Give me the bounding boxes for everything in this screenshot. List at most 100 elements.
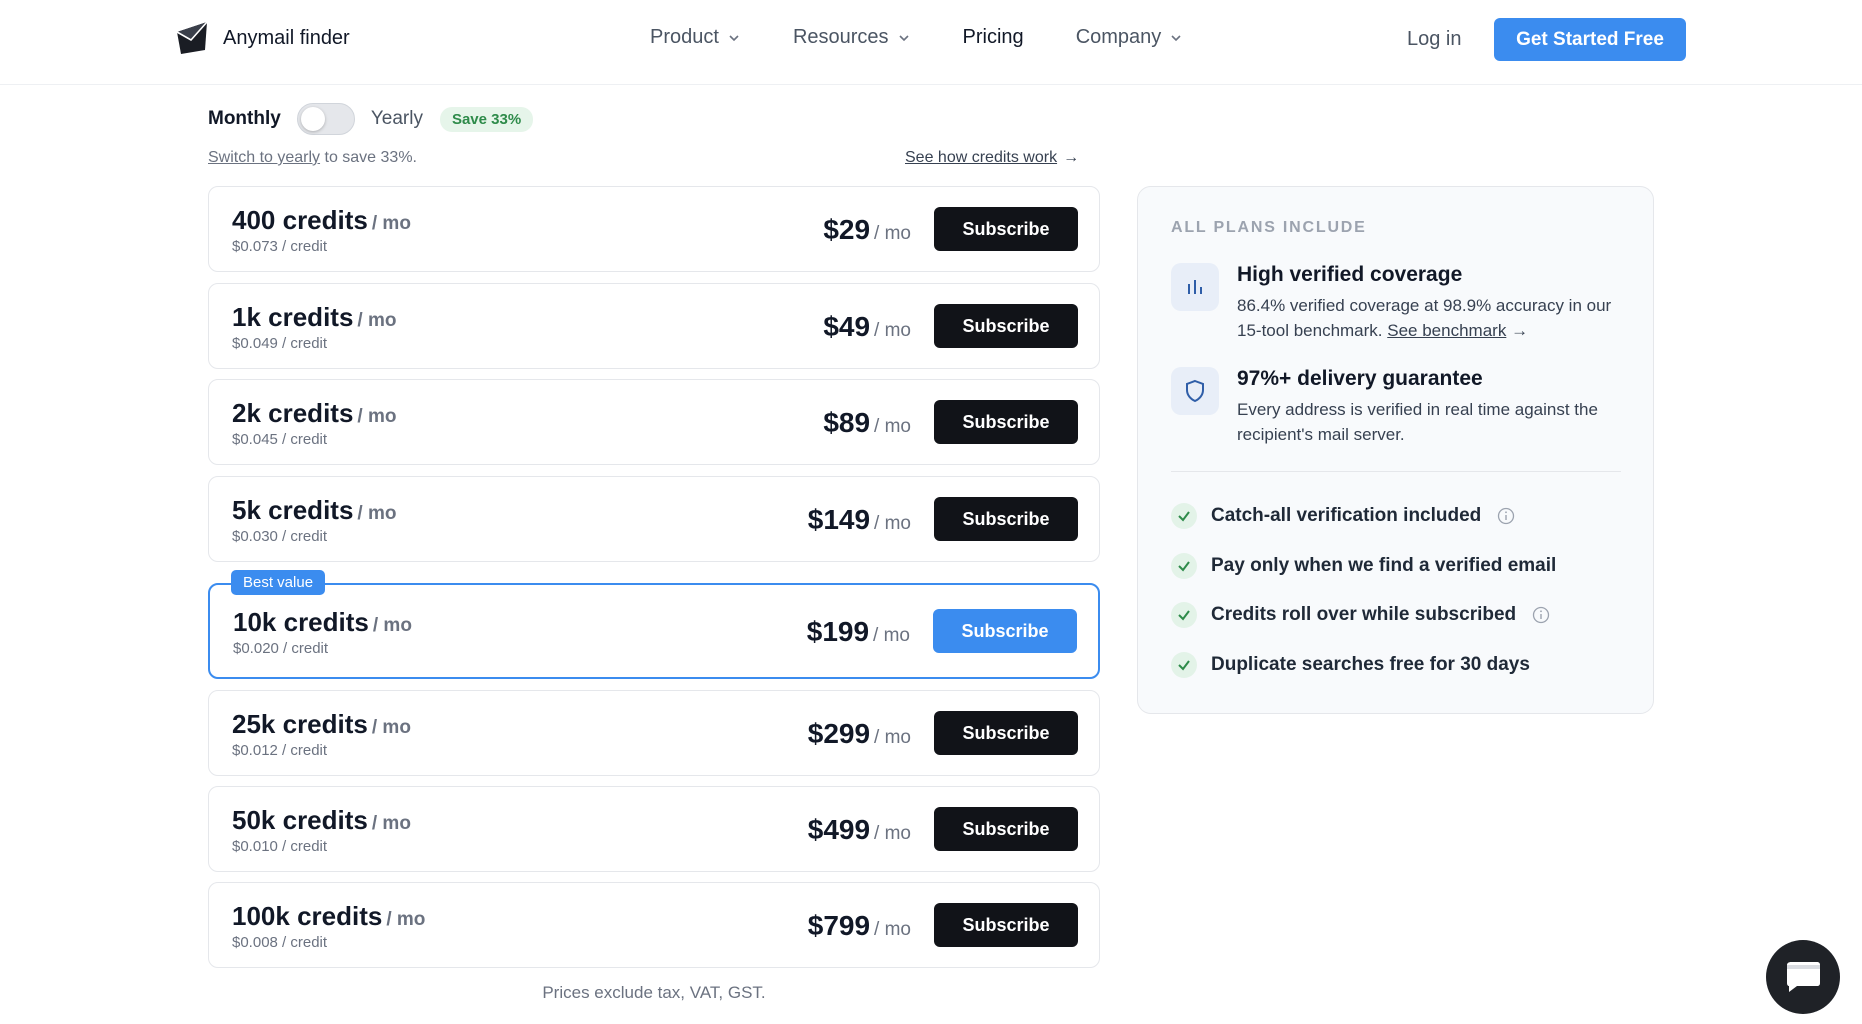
- get-started-button[interactable]: Get Started Free: [1494, 18, 1686, 61]
- see-how-credits-work-link[interactable]: See how credits work →: [905, 149, 1079, 167]
- plan-credits: 1k credits / mo: [232, 302, 396, 333]
- subscribe-button[interactable]: Subscribe: [933, 609, 1077, 653]
- billing-toggle-row: Monthly Yearly Save 33%: [208, 103, 534, 135]
- feature-description: Every address is verified in real time a…: [1237, 400, 1598, 444]
- plan-credits: 5k credits / mo: [232, 495, 396, 526]
- plan-price: $199/ mo: [807, 616, 910, 648]
- nav-resources[interactable]: Resources: [793, 26, 911, 49]
- plan-credits-period: / mo: [372, 615, 412, 636]
- arrow-right-icon: →: [1511, 321, 1529, 340]
- plan-price: $29/ mo: [823, 214, 911, 246]
- plan-credits-label: 1k credits: [232, 302, 354, 332]
- feature-description: 86.4% verified coverage at 98.9% accurac…: [1237, 293, 1637, 343]
- plan-price-value: $29: [823, 214, 871, 245]
- envelope-logo-icon: [176, 21, 208, 54]
- plan-card: 1k credits / mo $0.049 / credit $49 / mo S…: [208, 283, 1100, 369]
- subscribe-button[interactable]: Subscribe: [934, 400, 1078, 444]
- plan-price-value: $89: [823, 407, 871, 438]
- plan-card: 2k credits / mo $0.045 / credit $89/ mo S…: [208, 379, 1100, 465]
- subscribe-button[interactable]: Subscribe: [934, 807, 1078, 851]
- chevron-down-icon: [1171, 34, 1181, 41]
- chat-widget-button[interactable]: [1766, 940, 1840, 1014]
- check-icon: [1171, 503, 1197, 529]
- see-benchmark-link[interactable]: See benchmark: [1387, 321, 1506, 340]
- nav-company[interactable]: Company: [1076, 26, 1184, 49]
- nav-pricing-label: Pricing: [962, 26, 1024, 48]
- plan-price-value: $149: [807, 504, 871, 535]
- plan-price-period: / mo: [873, 625, 910, 646]
- subscribe-button[interactable]: Subscribe: [934, 207, 1078, 251]
- nav-pricing[interactable]: Pricing: [963, 26, 1024, 49]
- info-icon[interactable]: [1497, 507, 1515, 525]
- best-value-badge: Best value: [231, 570, 326, 595]
- credits-link-label: See how credits work: [905, 149, 1058, 166]
- plan-card: 400 credits / mo $0.073 / credit $29/ mo …: [208, 186, 1100, 272]
- plan-price: $149/ mo: [808, 504, 911, 536]
- plan-credits: 100k credits / mo: [232, 901, 425, 932]
- all-plans-include-panel: ALL PLANS INCLUDE High verified coverage…: [1137, 186, 1654, 714]
- plan-credits: 400 credits / mo: [232, 205, 411, 236]
- plan-unit-price: $0.045 / credit: [232, 431, 328, 448]
- arrow-right-icon: →: [1063, 149, 1080, 166]
- check-label: Pay only when we find a verified email: [1211, 555, 1557, 576]
- subscribe-button[interactable]: Subscribe: [934, 497, 1078, 541]
- plan-credits: 10k credits / mo: [233, 607, 412, 638]
- plan-price: $799/ mo: [808, 910, 911, 942]
- yearly-label[interactable]: Yearly: [371, 108, 423, 130]
- top-navbar: Anymail finder Product Resources Pricing…: [0, 0, 1862, 85]
- plan-credits-label: 5k credits: [232, 495, 354, 525]
- chevron-down-icon: [729, 34, 739, 41]
- check-item: Credits roll over while subscribed: [1171, 602, 1550, 628]
- plan-price-value: $49: [823, 311, 871, 342]
- monthly-label[interactable]: Monthly: [208, 108, 281, 130]
- plan-card: 5k credits / mo $0.030 / credit $149/ mo …: [208, 476, 1100, 562]
- switch-to-yearly-link[interactable]: Switch to yearly: [208, 149, 320, 166]
- feature-delivery: 97%+ delivery guarantee Every address is…: [1171, 367, 1631, 447]
- plan-unit-price: $0.012 / credit: [232, 742, 328, 759]
- divider: [1171, 471, 1621, 472]
- plan-unit-price: $0.020 / credit: [233, 640, 329, 657]
- info-icon[interactable]: [1532, 606, 1550, 624]
- plan-credits-period: / mo: [371, 717, 411, 738]
- plan-price: $499/ mo: [808, 814, 911, 846]
- plan-price-period: / mo: [874, 919, 911, 940]
- check-icon: [1171, 652, 1197, 678]
- feature-title: High verified coverage: [1237, 263, 1463, 286]
- plan-unit-price: $0.010 / credit: [232, 838, 328, 855]
- plan-price-period: / mo: [874, 513, 911, 534]
- subscribe-button[interactable]: Subscribe: [934, 903, 1078, 947]
- plan-price: $299/ mo: [808, 718, 911, 750]
- check-item: Duplicate searches free for 30 days: [1171, 652, 1530, 678]
- switch-hint-text: to save 33%.: [320, 149, 417, 166]
- plan-credits: 25k credits / mo: [232, 709, 411, 740]
- check-label: Catch-all verification included: [1211, 505, 1482, 526]
- plan-credits: 2k credits / mo: [232, 398, 396, 429]
- check-icon: [1171, 553, 1197, 579]
- nav-product[interactable]: Product: [650, 26, 741, 49]
- chevron-down-icon: [898, 34, 909, 41]
- login-link[interactable]: Log in: [1407, 28, 1462, 51]
- toggle-knob: [300, 107, 325, 131]
- plan-credits-period: / mo: [371, 213, 411, 234]
- plan-price: $89/ mo: [823, 407, 911, 439]
- billing-period-toggle[interactable]: [296, 103, 355, 135]
- plan-credits-period: / mo: [386, 909, 426, 930]
- check-label: Duplicate searches free for 30 days: [1211, 654, 1530, 675]
- plan-card: 25k credits / mo $0.012 / credit $299/ mo…: [208, 690, 1100, 776]
- check-label: Credits roll over while subscribed: [1211, 604, 1517, 625]
- plan-unit-price: $0.049 / credit: [232, 335, 328, 352]
- logo-text: Anymail finder: [223, 26, 350, 49]
- plan-price-value: $499: [807, 814, 871, 845]
- plan-credits-period: / mo: [357, 310, 397, 331]
- logo[interactable]: Anymail finder: [175, 20, 350, 56]
- shield-icon: [1171, 367, 1219, 415]
- nav-company-label: Company: [1075, 26, 1162, 48]
- subscribe-button[interactable]: Subscribe: [934, 711, 1078, 755]
- plan-credits: 50k credits / mo: [232, 805, 411, 836]
- plan-credits-label: 2k credits: [232, 398, 354, 428]
- subscribe-button[interactable]: Subscribe: [934, 304, 1078, 348]
- nav-links: Product Resources Pricing Company: [650, 26, 1235, 49]
- feature-title: 97%+ delivery guarantee: [1237, 367, 1483, 390]
- save-badge: Save 33%: [439, 106, 534, 132]
- plan-card: 50k credits / mo $0.010 / credit $499/ mo…: [208, 786, 1100, 872]
